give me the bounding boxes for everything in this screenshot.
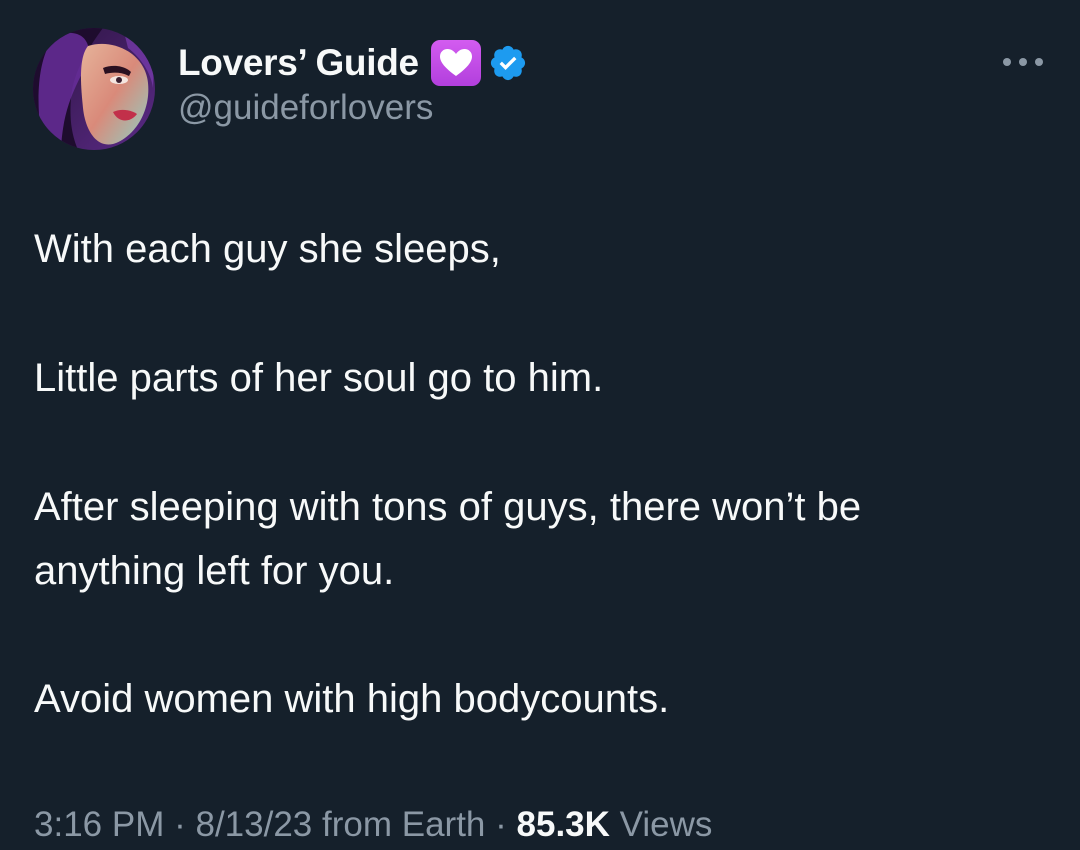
tweet-line: Little parts of her soul go to him. [34, 356, 604, 400]
dot [1003, 58, 1011, 66]
avatar-image [33, 28, 155, 150]
tweet-line: Avoid women with high bodycounts. [34, 677, 670, 721]
separator: · [174, 805, 186, 844]
tweet-source: from Earth [322, 805, 486, 844]
avatar[interactable] [33, 28, 155, 150]
dot [1035, 58, 1043, 66]
tweet-meta: 3:16 PM · 8/13/23 from Earth · 85.3K Vie… [34, 800, 712, 850]
author-line: Lovers’ Guide [178, 38, 528, 88]
user-handle[interactable]: @guideforlovers [178, 88, 433, 128]
tweet-date[interactable]: 8/13/23 [195, 805, 312, 844]
dot [1019, 58, 1027, 66]
views-count[interactable]: 85.3K [517, 805, 610, 844]
tweet-line-part: anything left for you. [34, 549, 395, 593]
display-name[interactable]: Lovers’ Guide [178, 42, 419, 84]
tweet-line: With each guy she sleeps, [34, 227, 501, 271]
separator: · [495, 805, 507, 844]
more-options-icon[interactable] [1003, 52, 1043, 72]
tweet-line: After sleeping with tons of guys, there … [34, 475, 1044, 603]
tweet-time[interactable]: 3:16 PM [34, 805, 164, 844]
tweet-line-part: After sleeping with tons of guys, there … [34, 485, 862, 529]
purple-heart-icon [430, 40, 481, 86]
verified-badge-icon[interactable] [488, 43, 528, 83]
tweet: Lovers’ Guide @guideforlovers With each … [0, 0, 1080, 849]
views-label: Views [619, 805, 713, 844]
